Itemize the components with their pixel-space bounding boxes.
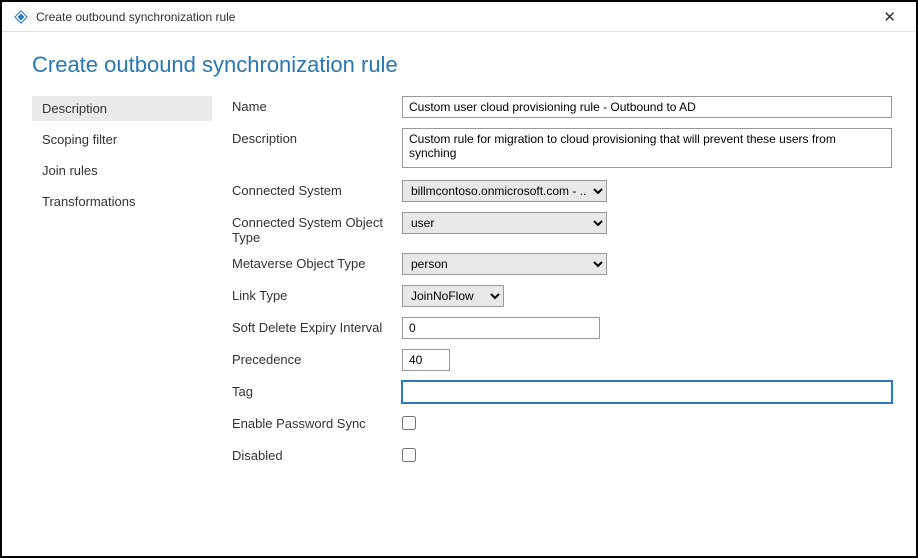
sidebar: Description Scoping filter Join rules Tr… xyxy=(32,96,212,477)
app-icon xyxy=(14,10,28,24)
sidebar-item-join-rules[interactable]: Join rules xyxy=(32,158,212,183)
name-label: Name xyxy=(232,96,402,114)
tag-label: Tag xyxy=(232,381,402,399)
page-title: Create outbound synchronization rule xyxy=(32,52,886,78)
sidebar-item-scoping-filter[interactable]: Scoping filter xyxy=(32,127,212,152)
enable-password-sync-label: Enable Password Sync xyxy=(232,413,402,431)
soft-delete-expiry-input[interactable] xyxy=(402,317,600,339)
sidebar-item-transformations[interactable]: Transformations xyxy=(32,189,212,214)
sidebar-item-label: Scoping filter xyxy=(42,132,117,147)
sidebar-item-label: Description xyxy=(42,101,107,116)
connected-system-label: Connected System xyxy=(232,180,402,198)
precedence-input[interactable] xyxy=(402,349,450,371)
title-bar: Create outbound synchronization rule ✕ xyxy=(2,2,916,32)
sidebar-item-description[interactable]: Description xyxy=(32,96,212,121)
description-input[interactable] xyxy=(402,128,892,168)
enable-password-sync-checkbox[interactable] xyxy=(402,416,416,430)
connected-system-object-type-select[interactable]: user xyxy=(402,212,607,234)
description-label: Description xyxy=(232,128,402,146)
link-type-label: Link Type xyxy=(232,285,402,303)
content-area: Create outbound synchronization rule Des… xyxy=(2,32,916,497)
connected-system-object-type-label: Connected System Object Type xyxy=(232,212,402,245)
metaverse-object-type-label: Metaverse Object Type xyxy=(232,253,402,271)
tag-input[interactable] xyxy=(402,381,892,403)
connected-system-select[interactable]: billmcontoso.onmicrosoft.com - ... xyxy=(402,180,607,202)
form-area: Name Description Connected System billmc… xyxy=(232,96,892,477)
name-input[interactable] xyxy=(402,96,892,118)
sidebar-item-label: Join rules xyxy=(42,163,98,178)
metaverse-object-type-select[interactable]: person xyxy=(402,253,607,275)
sidebar-item-label: Transformations xyxy=(42,194,135,209)
window-title: Create outbound synchronization rule xyxy=(36,10,235,24)
close-button[interactable]: ✕ xyxy=(875,6,904,28)
link-type-select[interactable]: JoinNoFlow xyxy=(402,285,504,307)
precedence-label: Precedence xyxy=(232,349,402,367)
disabled-checkbox[interactable] xyxy=(402,448,416,462)
soft-delete-expiry-label: Soft Delete Expiry Interval xyxy=(232,317,402,335)
disabled-label: Disabled xyxy=(232,445,402,463)
